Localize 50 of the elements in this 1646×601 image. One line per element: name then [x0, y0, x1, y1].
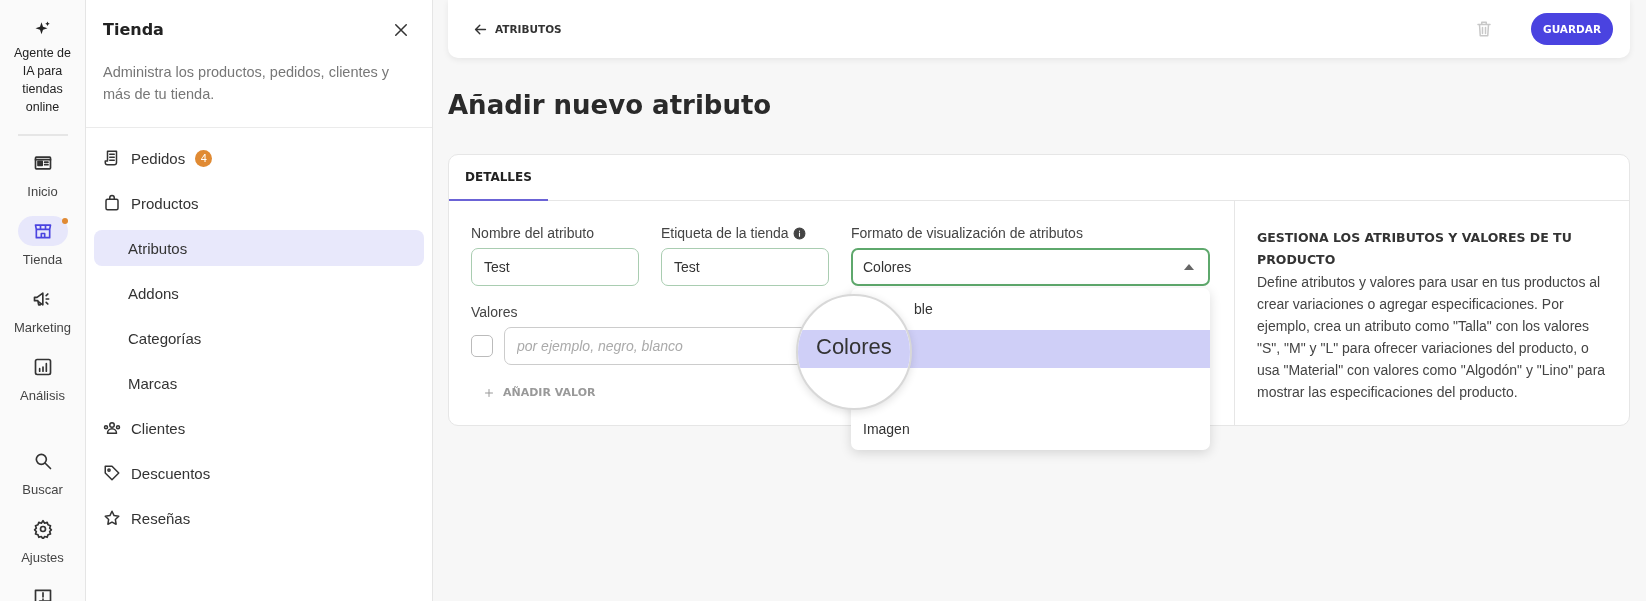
- sidebar-item[interactable]: Pedidos 4: [94, 140, 424, 176]
- sidebar-item[interactable]: Productos: [94, 185, 424, 221]
- field-label: Nombre del atributo: [471, 225, 594, 241]
- help-title: GESTIONA LOS ATRIBUTOS Y VALORES DE TU PRODUCTO: [1257, 229, 1573, 269]
- sidebar-item[interactable]: Addons: [94, 275, 424, 311]
- checkbox[interactable]: [471, 335, 493, 357]
- star-icon: [103, 509, 121, 527]
- rail-label: Buscar: [22, 482, 63, 497]
- field-label: Etiqueta de la tienda: [661, 225, 789, 241]
- storefront-icon: [32, 221, 53, 241]
- info-icon: [792, 226, 806, 240]
- people-icon: [103, 419, 121, 437]
- input-field[interactable]: Test: [471, 248, 639, 286]
- page-title: Añadir nuevo atributo: [448, 90, 773, 120]
- select-field[interactable]: Colores: [851, 248, 1210, 286]
- save-button[interactable]: GUARDAR: [1531, 13, 1613, 45]
- help-text: Define atributos y valores para usar en tus productos al crear variaciones o agregar especificaciones. Por ejemplo, crea un atributo como "Talla" con los valores "S", "M" y "L" para ofrecer variaciones del producto, o usa "Material" con valores como "Algodón" y "Lino" para mostrar las especificaciones del producto.: [1257, 273, 1607, 402]
- settings-icon: [32, 519, 53, 539]
- input-field[interactable]: Test: [661, 248, 829, 286]
- bag-icon: [103, 194, 121, 212]
- field-label: Valores: [471, 304, 518, 320]
- back-link[interactable]: ATRIBUTOS: [472, 20, 562, 38]
- rail-label: Inicio: [27, 184, 58, 199]
- rail-label: Análisis: [20, 388, 65, 403]
- panel-description: Administra los productos, pedidos, clientes y más de tu tienda.: [103, 63, 391, 104]
- caret-icon: [1184, 264, 1194, 270]
- sidebar-item[interactable]: Reseñas: [94, 500, 424, 536]
- chart-icon: [32, 357, 53, 377]
- dropdown-option[interactable]: ble: [851, 288, 1210, 330]
- sidebar-item[interactable]: Categorías: [94, 320, 424, 356]
- dashboard-icon: [32, 153, 53, 173]
- magnified-option-text: Colores: [816, 334, 892, 360]
- agent-label[interactable]: Agente de IA para tiendas online: [9, 44, 76, 116]
- rail-button[interactable]: [17, 216, 68, 246]
- feedback-icon: [32, 587, 53, 601]
- plus-icon: [483, 386, 495, 399]
- sidebar-item[interactable]: Descuentos: [94, 455, 424, 491]
- sidebar-item[interactable]: Marcas: [94, 365, 424, 401]
- field-label: Formato de visualización de atributos: [851, 225, 1083, 241]
- count-badge: 4: [195, 149, 213, 167]
- panel-title: Tienda: [103, 20, 164, 39]
- sidebar-item[interactable]: Clientes: [94, 410, 424, 446]
- dropdown-option[interactable]: Imagen: [851, 408, 1210, 450]
- trash-icon: [1475, 20, 1494, 38]
- sidebar-item[interactable]: Atributos: [94, 230, 424, 266]
- rail-label: Tienda: [22, 252, 63, 267]
- rail-label: Marketing: [13, 320, 72, 335]
- tab[interactable]: DETALLES: [449, 155, 548, 201]
- tag-icon: [103, 464, 121, 482]
- rail-label: Ajustes: [21, 550, 64, 565]
